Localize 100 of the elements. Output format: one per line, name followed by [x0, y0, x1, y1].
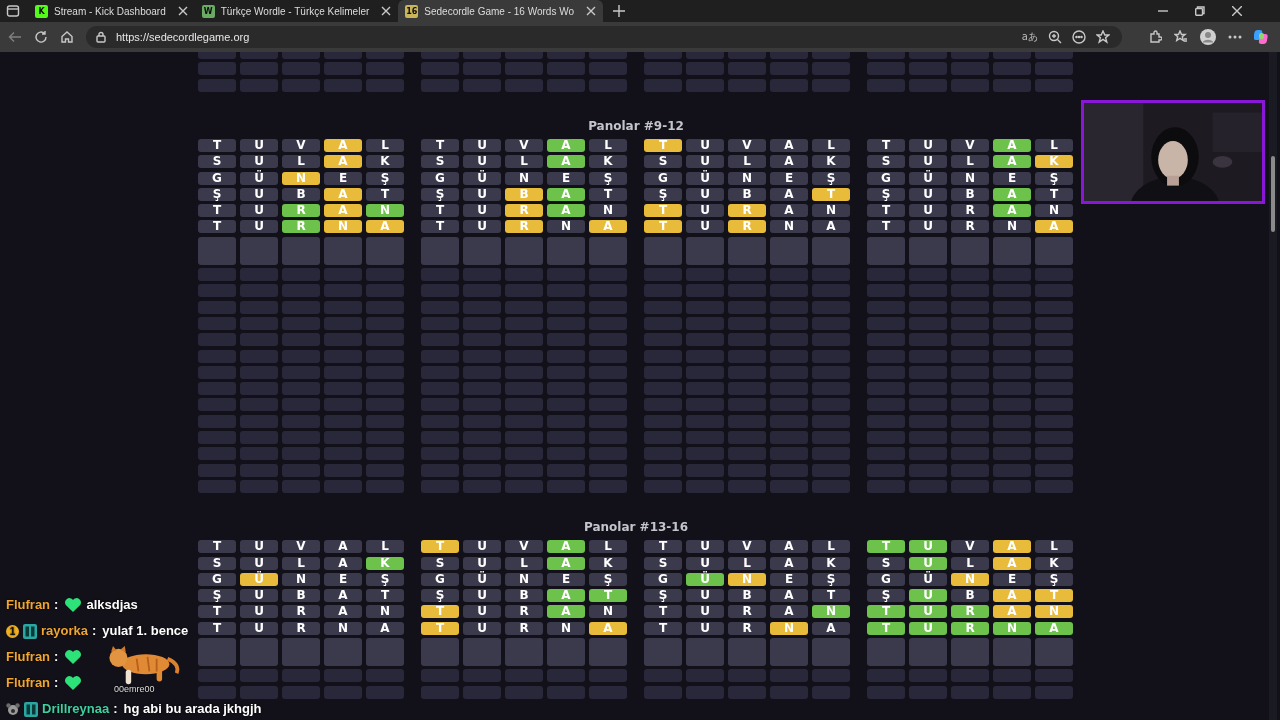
letter-tile: U — [463, 540, 501, 554]
browser-tab[interactable]: 16 Sedecordle Game - 16 Words Wo — [398, 0, 603, 22]
letter-tile: R — [728, 220, 766, 234]
letter-tile: U — [909, 220, 947, 234]
letter-tile: L — [728, 155, 766, 169]
letter-tile: L — [812, 540, 850, 554]
letter-tile: U — [686, 556, 724, 570]
letter-tile: V — [505, 540, 543, 554]
letter-tile: K — [589, 556, 627, 570]
extensions-icon[interactable] — [1148, 30, 1162, 44]
letter-tile: Ş — [812, 572, 850, 586]
letter-tile: Ş — [1035, 572, 1073, 586]
letter-tile: U — [686, 605, 724, 619]
browser-tab[interactable]: W Türkçe Wordle - Türkçe Kelimeler — [194, 0, 399, 22]
tab-actions-icon[interactable] — [6, 4, 20, 18]
letter-tile: T — [644, 139, 682, 152]
letter-tile: N — [770, 621, 808, 635]
letter-tile: Ş — [366, 572, 404, 586]
section-title: Panolar #13-16 — [583, 520, 689, 535]
letter-tile: R — [728, 204, 766, 218]
letter-tile: N — [951, 171, 989, 185]
browser-tab[interactable]: K Stream - Kick Dashboard — [28, 0, 195, 22]
zoom-icon[interactable] — [1048, 30, 1062, 44]
chat-separator: : — [54, 676, 59, 690]
letter-tile: B — [951, 187, 989, 201]
letter-tile: E — [547, 171, 585, 185]
subscriber-badge-icon — [24, 701, 38, 717]
copilot-icon[interactable] — [1254, 29, 1270, 45]
letter-tile: N — [812, 605, 850, 619]
letter-tile: U — [463, 155, 501, 169]
favorite-star-icon[interactable] — [1096, 30, 1110, 44]
letter-tile: N — [993, 220, 1031, 234]
letter-tile: T — [198, 621, 236, 635]
letter-tile: A — [770, 155, 808, 169]
chat-message: hg abi bu arada jkhgjh — [123, 702, 262, 716]
letter-tile: A — [547, 155, 585, 169]
letter-tile: R — [505, 220, 543, 234]
restore-icon[interactable] — [1195, 6, 1205, 16]
letter-tile: A — [324, 155, 362, 169]
letter-tile: T — [644, 605, 682, 619]
scrollbar[interactable] — [1269, 52, 1277, 720]
read-aloud-button[interactable]: aあ — [1021, 30, 1038, 44]
letter-tile: T — [421, 139, 459, 152]
letter-tile: A — [812, 621, 850, 635]
letter-tile: L — [1035, 139, 1073, 152]
letter-tile: V — [282, 540, 320, 554]
letter-tile: B — [951, 589, 989, 603]
letter-tile: U — [240, 155, 278, 169]
letter-tile: N — [505, 572, 543, 586]
letter-tile: A — [812, 220, 850, 234]
letter-tile: L — [951, 556, 989, 570]
section-title: Panolar #9-12 — [588, 119, 684, 133]
chat-username: Flufran — [6, 676, 51, 690]
letter-tile: A — [993, 605, 1031, 619]
favicon-icon: 16 — [405, 4, 419, 18]
letter-tile: T — [198, 605, 236, 619]
letter-tile: U — [686, 139, 724, 152]
letter-tile: Ü — [686, 572, 724, 586]
letter-tile: A — [993, 155, 1031, 169]
letter-tile: S — [421, 556, 459, 570]
letter-tile: A — [547, 605, 585, 619]
favorites-icon[interactable] — [1174, 30, 1188, 44]
letter-tile: A — [770, 139, 808, 152]
letter-tile: T — [198, 220, 236, 234]
letter-tile: T — [198, 139, 236, 152]
letter-tile: S — [198, 155, 236, 169]
chat-username: Flufran — [6, 598, 51, 612]
home-icon[interactable] — [60, 30, 74, 44]
address-field[interactable]: https://sedecordlegame.org aあ — [86, 26, 1122, 48]
profile-avatar-icon[interactable] — [1200, 29, 1216, 45]
letter-tile: S — [198, 556, 236, 570]
close-icon[interactable] — [177, 6, 188, 16]
letter-tile: S — [867, 155, 905, 169]
letter-tile: U — [240, 589, 278, 603]
letter-tile: T — [421, 540, 459, 554]
back-icon[interactable] — [8, 30, 22, 44]
close-icon[interactable] — [586, 6, 596, 16]
letter-tile: N — [282, 171, 320, 185]
letter-tile: A — [324, 556, 362, 570]
close-icon[interactable] — [1232, 6, 1242, 16]
letter-tile: Ş — [198, 589, 236, 603]
refresh-icon[interactable] — [34, 30, 48, 44]
letter-tile: L — [282, 155, 320, 169]
letter-tile: U — [686, 589, 724, 603]
close-icon[interactable] — [381, 6, 392, 16]
letter-tile: N — [324, 220, 362, 234]
more-icon[interactable] — [1072, 30, 1086, 44]
letter-tile: K — [589, 155, 627, 169]
letter-tile: N — [366, 204, 404, 218]
letter-tile: U — [463, 621, 501, 635]
letter-tile: E — [770, 572, 808, 586]
letter-tile: A — [770, 187, 808, 201]
letter-tile: L — [505, 155, 543, 169]
letter-tile: L — [728, 556, 766, 570]
new-tab-icon[interactable] — [613, 5, 625, 17]
letter-tile: S — [867, 556, 905, 570]
letter-tile: B — [728, 187, 766, 201]
letter-tile: Ü — [463, 171, 501, 185]
letter-tile: L — [282, 556, 320, 570]
letter-tile: V — [728, 540, 766, 554]
